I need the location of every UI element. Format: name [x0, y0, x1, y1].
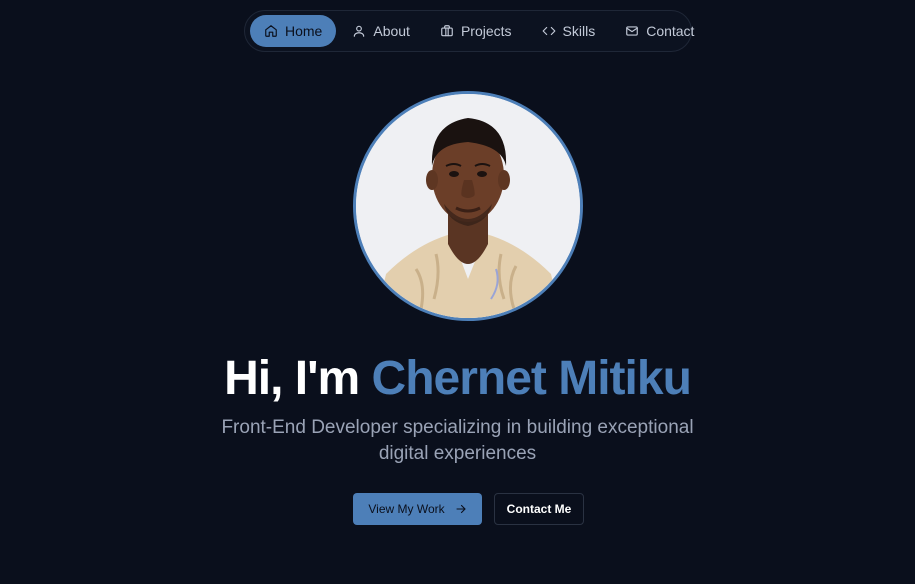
nav-item-projects[interactable]: Projects: [426, 15, 526, 47]
code-icon: [542, 26, 555, 36]
hero-subtitle: Front-End Developer specializing in buil…: [221, 417, 694, 464]
nav-item-about[interactable]: About: [338, 15, 424, 47]
briefcase-icon: [441, 25, 453, 37]
view-work-button[interactable]: View My Work: [353, 493, 482, 525]
hero-name: Chernet Mitiku: [371, 352, 692, 405]
mail-icon: [626, 26, 639, 36]
nav-label-about: About: [373, 23, 410, 39]
main-nav: Home About Projects Skills Contact: [244, 10, 694, 52]
hero-headline: Hi, I'm Chernet Mitiku: [0, 350, 915, 408]
contact-me-button[interactable]: Contact Me: [494, 493, 584, 525]
nav-item-skills[interactable]: Skills: [528, 15, 610, 47]
contact-me-label: Contact Me: [506, 502, 572, 516]
nav-label-contact: Contact: [646, 23, 695, 39]
nav-label-projects: Projects: [460, 23, 512, 39]
home-icon: [265, 25, 277, 37]
nav-label-skills: Skills: [562, 23, 596, 39]
portrait-image: [356, 94, 580, 318]
portfolio-page: Home About Projects Skills Contact Hi, I…: [0, 0, 915, 584]
user-icon: [354, 25, 365, 37]
view-work-label: View My Work: [368, 502, 445, 516]
nav-item-contact[interactable]: Contact: [611, 15, 708, 47]
nav-item-home[interactable]: Home: [250, 15, 337, 47]
profile-avatar: [353, 91, 583, 321]
nav-label-home: Home: [285, 23, 323, 39]
hero-greeting: Hi, I'm: [224, 352, 372, 405]
arrow-right-icon: [456, 504, 466, 514]
